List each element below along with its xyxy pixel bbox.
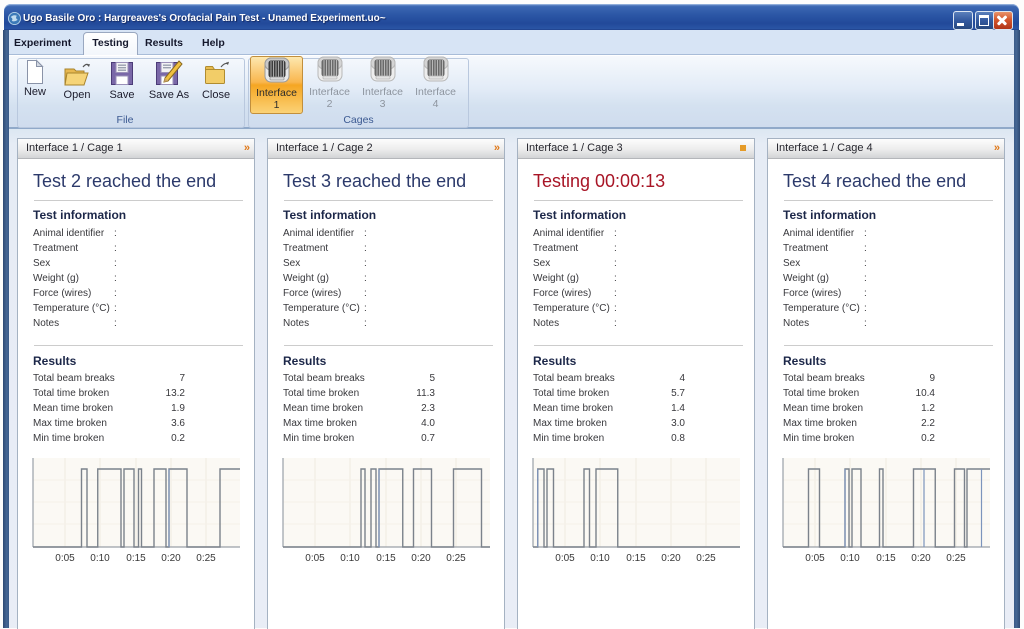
svg-text:0:05: 0:05 xyxy=(55,553,75,564)
svg-text:0:10: 0:10 xyxy=(590,553,610,564)
svg-text:0:10: 0:10 xyxy=(340,553,360,564)
svg-text:0:25: 0:25 xyxy=(446,553,466,564)
svg-text:0:15: 0:15 xyxy=(376,553,396,564)
svg-text:0:15: 0:15 xyxy=(876,553,896,564)
svg-text:0:05: 0:05 xyxy=(555,553,575,564)
svg-text:0:10: 0:10 xyxy=(90,553,110,564)
svg-text:0:20: 0:20 xyxy=(411,553,431,564)
svg-text:0:20: 0:20 xyxy=(161,553,181,564)
svg-text:0:15: 0:15 xyxy=(626,553,646,564)
svg-text:0:20: 0:20 xyxy=(911,553,931,564)
svg-text:0:05: 0:05 xyxy=(805,553,825,564)
svg-text:0:25: 0:25 xyxy=(696,553,716,564)
svg-text:0:25: 0:25 xyxy=(946,553,966,564)
svg-text:0:25: 0:25 xyxy=(196,553,216,564)
svg-text:0:05: 0:05 xyxy=(305,553,325,564)
svg-text:0:20: 0:20 xyxy=(661,553,681,564)
svg-text:0:15: 0:15 xyxy=(126,553,146,564)
svg-text:0:10: 0:10 xyxy=(840,553,860,564)
